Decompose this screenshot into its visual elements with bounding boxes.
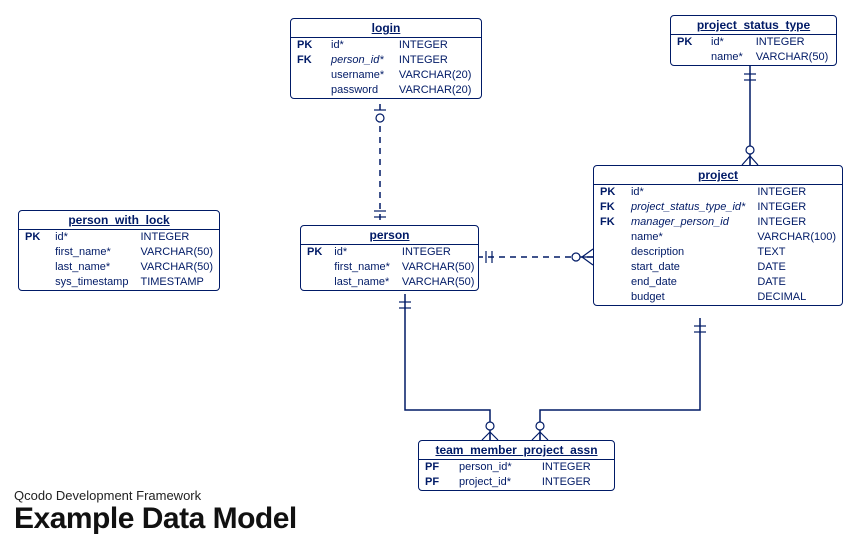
entity-columns: PKid*INTEGER FKperson_id*INTEGER usernam… [291,38,481,98]
entity-title: person_with_lock [19,211,219,230]
diagram-subtitle: Qcodo Development Framework [14,488,297,503]
entity-columns: PFperson_id*INTEGER PFproject_id*INTEGER [419,460,614,490]
entity-project: project PKid*INTEGER FKproject_status_ty… [593,165,843,306]
entity-team-member-project-assn: team_member_project_assn PFperson_id*INT… [418,440,615,491]
entity-login: login PKid*INTEGER FKperson_id*INTEGER u… [290,18,482,99]
entity-title: login [291,19,481,38]
entity-columns: PKid*INTEGER name*VARCHAR(50) [671,35,836,65]
entity-title: team_member_project_assn [419,441,614,460]
entity-person-with-lock: person_with_lock PKid*INTEGER first_name… [18,210,220,291]
entity-title: project_status_type [671,16,836,35]
entity-columns: PKid*INTEGER FKproject_status_type_id*IN… [594,185,842,305]
diagram-title: Example Data Model [14,503,297,535]
entity-title: project [594,166,842,185]
entity-columns: PKid*INTEGER first_name*VARCHAR(50) last… [301,245,480,290]
entity-project-status-type: project_status_type PKid*INTEGER name*VA… [670,15,837,66]
entity-columns: PKid*INTEGER first_name*VARCHAR(50) last… [19,230,219,290]
diagram-footer: Qcodo Development Framework Example Data… [14,488,297,535]
entity-person: person PKid*INTEGER first_name*VARCHAR(5… [300,225,479,291]
er-diagram-canvas: login PKid*INTEGER FKperson_id*INTEGER u… [0,0,860,540]
entity-title: person [301,226,478,245]
